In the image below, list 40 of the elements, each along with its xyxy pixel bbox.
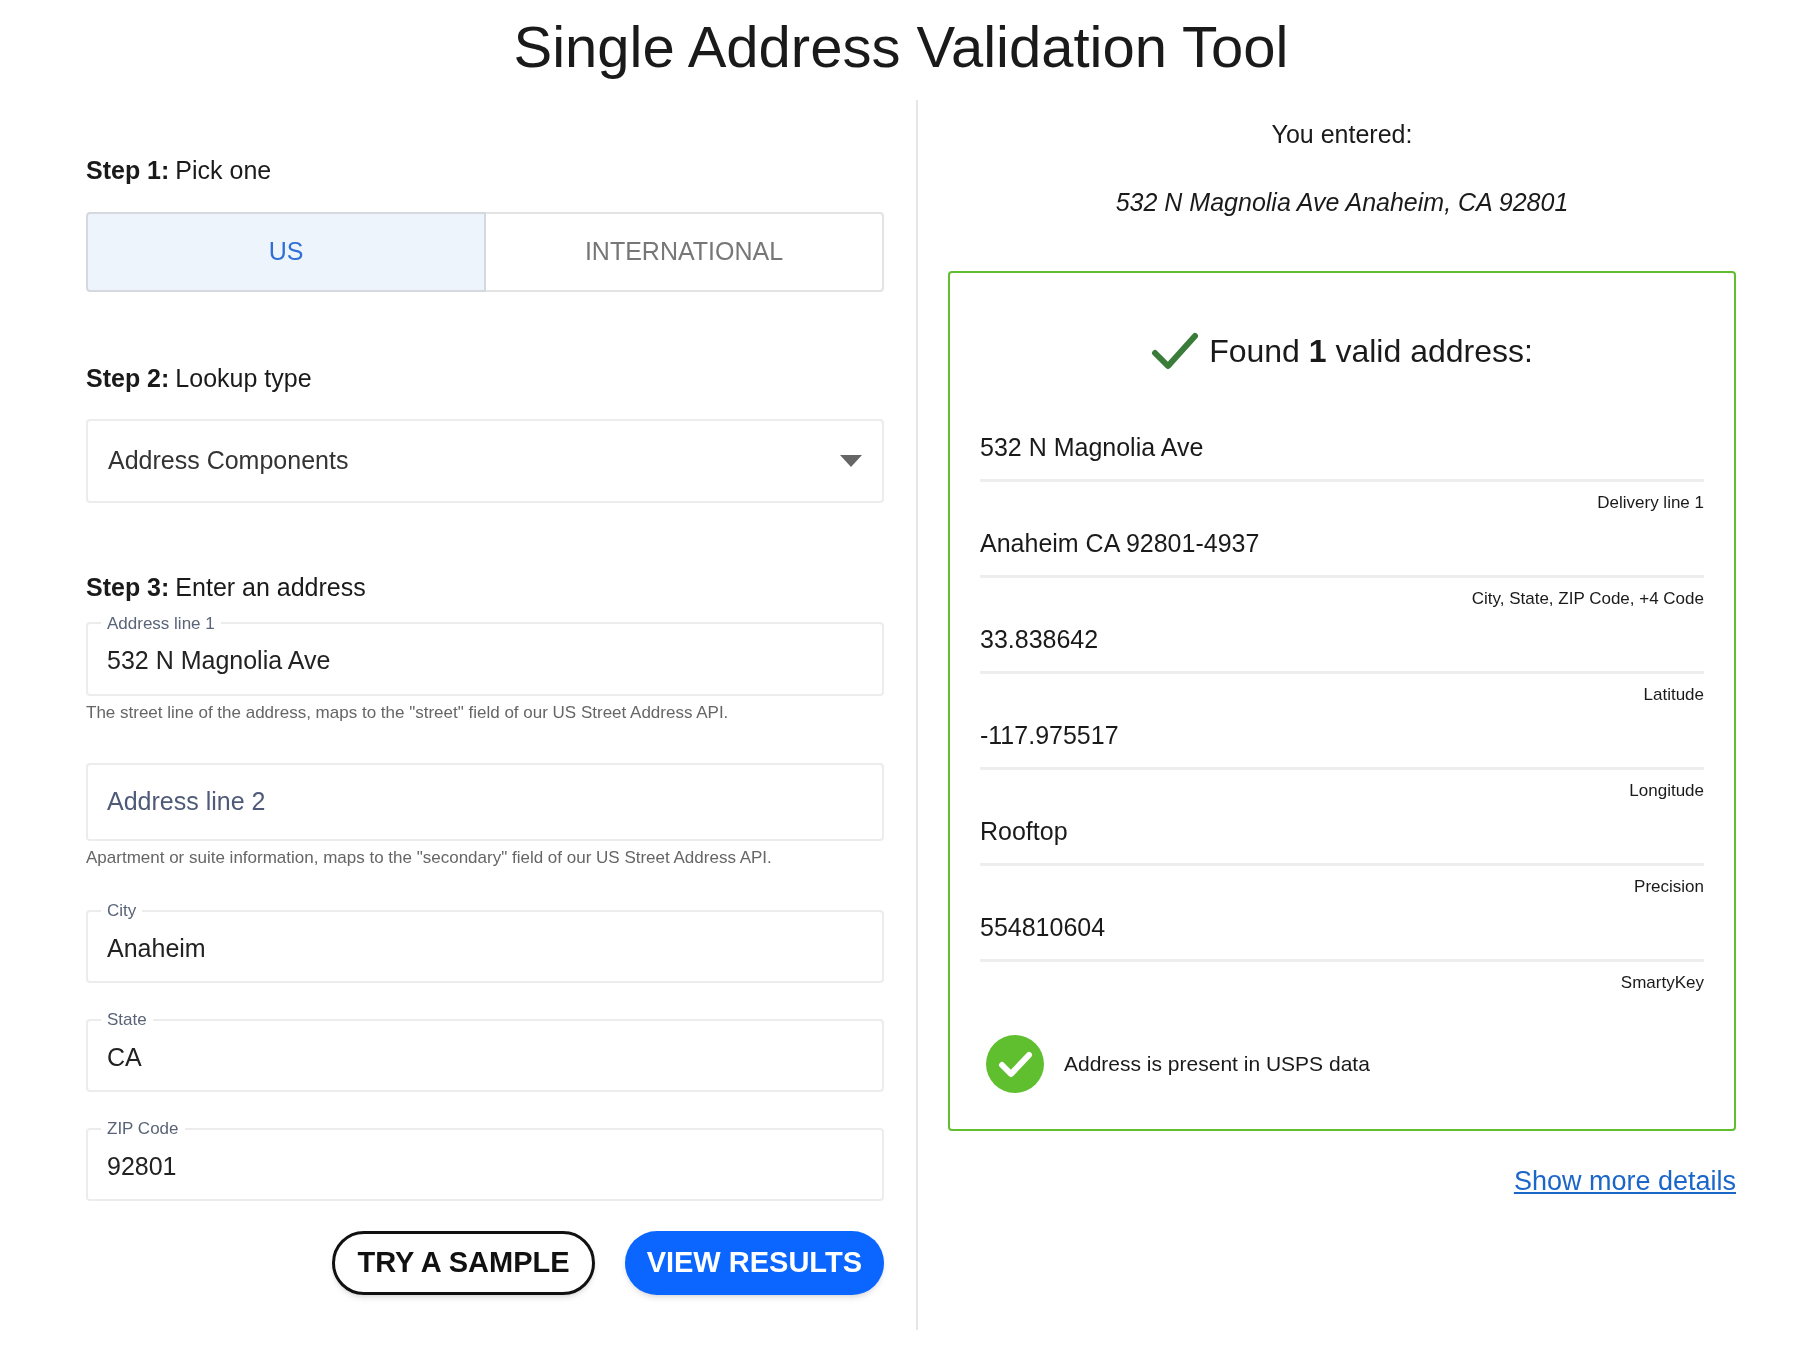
result-field-label: Precision [1633,875,1704,898]
checkmark-icon [1151,332,1200,370]
text-input[interactable]: CA [107,1038,863,1076]
try-sample-button[interactable]: TRY A SAMPLE [332,1231,595,1295]
result-value: 33.838642 [980,621,1704,674]
text-input[interactable]: Address line 2 [107,783,863,821]
step-number: Step 3: [86,572,170,603]
region-tab[interactable]: INTERNATIONAL [486,211,884,292]
view-results-button[interactable]: VIEW RESULTS [624,1231,884,1295]
step-number: Step 2: [86,362,170,394]
show-more-details-link[interactable]: Show more details [1513,1161,1736,1202]
check-circle-icon [986,1035,1044,1093]
helper-text: Apartment or suite information, maps to the "secondary" field of our US Street Address API. [86,846,773,869]
result-heading: Found 1 valid address: [1209,332,1533,371]
step-number: Step 1: [86,155,170,186]
address-field[interactable]: Address line 2 [86,763,884,841]
result-value: -117.975517 [980,717,1704,770]
region-tab[interactable]: US [86,211,486,292]
result-value: Rooftop [980,813,1704,866]
caret-icon [840,455,862,467]
result-field-label: Delivery line 1 [1596,491,1704,514]
result-field-label: SmartyKey [1619,971,1704,994]
entered-address: 532 N Magnolia Ave Anaheim, CA 92801 [1114,186,1570,218]
page-title: Single Address Validation Tool [512,13,1290,81]
helper-text: The street line of the address, maps to the "street" field of our US Street Address API. [86,701,730,724]
result-field-label: City, State, ZIP Code, +4 Code [1470,587,1704,610]
text-input[interactable]: 92801 [107,1147,863,1185]
text-input[interactable]: Anaheim [107,929,863,967]
result-value: 532 N Magnolia Ave [980,429,1704,482]
usps-status-text: Address is present in USPS data [1064,1051,1370,1078]
result-field-label: Latitude [1642,683,1704,706]
text-input[interactable]: 532 N Magnolia Ave [107,642,863,680]
step-label: Enter an address [175,572,366,603]
lookup-type-select[interactable]: Address Components [86,419,884,503]
result-value: Anaheim CA 92801-4937 [980,525,1704,578]
step-label: Lookup type [175,362,312,394]
step-label: Pick one [175,155,272,186]
result-field-label: Longitude [1628,779,1704,802]
entered-label: You entered: [1270,119,1414,150]
result-value: 554810604 [980,909,1704,962]
